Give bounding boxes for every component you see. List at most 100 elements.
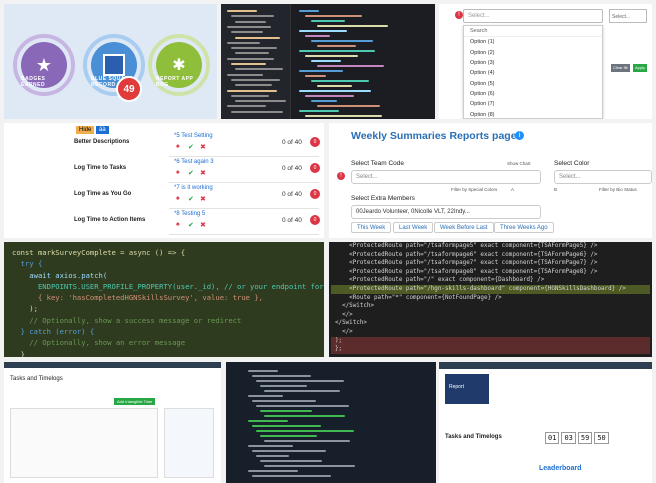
task-badge: 0	[310, 215, 320, 225]
code-line: { key: 'hasCompletedHGNSkillsSurvey', va…	[12, 293, 263, 303]
section-title: Tasks and Timelogs	[10, 376, 63, 382]
show-chart-toggle[interactable]: Show Chart	[507, 161, 531, 166]
diff-view	[226, 362, 436, 483]
select-option[interactable]: Option (6)	[464, 89, 602, 99]
timer-digit: 59	[577, 432, 593, 444]
report-bug-badge[interactable]: ✱ REPORT APP BUG	[148, 34, 210, 96]
task-link[interactable]: *7 is it working	[174, 185, 213, 191]
code-line: </Switch>	[335, 303, 375, 310]
team-code-select[interactable]: Select...	[351, 170, 541, 184]
code-line: <ProtectedRoute path="/hgn-skills-dashbo…	[331, 284, 650, 294]
clear-filter-button[interactable]: Clear filt	[611, 64, 630, 72]
file-entry[interactable]	[235, 100, 286, 103]
badges-earned-badge[interactable]: ★ BADGES EARNED	[13, 34, 75, 96]
code-line: );	[331, 336, 650, 346]
file-entry[interactable]	[231, 47, 277, 50]
file-entry[interactable]	[231, 110, 283, 113]
ide-panel	[221, 4, 435, 119]
info-icon[interactable]: i	[515, 131, 524, 140]
file-entry[interactable]	[235, 20, 266, 23]
code-line	[317, 65, 384, 67]
close-icon[interactable]: ✖	[200, 195, 206, 203]
code-line: try {	[12, 259, 43, 269]
select-option[interactable]: Option (5)	[464, 79, 602, 89]
task-label: Better Descriptions	[74, 139, 130, 145]
file-entry[interactable]	[227, 73, 263, 76]
week-button[interactable]: This Week	[351, 222, 392, 233]
option-b[interactable]: B	[554, 187, 557, 192]
file-entry[interactable]	[227, 105, 266, 108]
close-icon[interactable]: ✖	[200, 221, 206, 229]
file-entry[interactable]	[227, 10, 257, 12]
color-select[interactable]: Select...	[554, 170, 652, 184]
jsx-editor: <ProtectedRoute path="/tsaformpage5" exa…	[329, 242, 652, 357]
select-option[interactable]: Option (7)	[464, 99, 602, 109]
task-link[interactable]: *6 Test again 3	[174, 159, 214, 165]
report-card[interactable]: Report	[445, 374, 489, 404]
code-line	[299, 70, 343, 72]
select-option[interactable]: Option (3)	[464, 58, 602, 68]
search-field[interactable]: Search	[464, 26, 602, 37]
file-entry[interactable]	[235, 84, 272, 87]
option-a[interactable]: A	[511, 187, 514, 192]
diff-line	[252, 475, 331, 477]
select-option[interactable]: Option (8)	[464, 110, 602, 119]
select-option[interactable]: Option (2)	[464, 47, 602, 57]
task-link[interactable]: *5 Test Setting	[174, 133, 213, 139]
check-icon[interactable]: ✔	[188, 169, 194, 177]
file-entry[interactable]	[231, 31, 263, 34]
task-count: 0 of 40	[282, 191, 302, 198]
file-entry[interactable]	[231, 63, 266, 65]
close-icon[interactable]: ✖	[200, 169, 206, 177]
check-icon[interactable]: ✔	[188, 143, 194, 151]
code-line	[305, 115, 382, 117]
filter-bio-label: Filter by Bio Status	[599, 187, 637, 192]
code-line	[311, 100, 337, 102]
code-line: </>	[335, 311, 353, 318]
bell-icon[interactable]: ♠	[176, 195, 180, 202]
right-select[interactable]: Select...	[609, 9, 647, 23]
file-entry[interactable]	[235, 36, 280, 39]
select-input[interactable]: Select...	[463, 9, 603, 23]
apply-button[interactable]: Apply	[633, 64, 648, 72]
diff-line	[252, 450, 326, 452]
bell-icon[interactable]: ♠	[176, 221, 180, 228]
dropdown-panel: ! Select... Search Option (1) Option (2) O…	[439, 4, 652, 119]
week-button[interactable]: Last Week	[393, 222, 434, 233]
check-icon[interactable]: ✔	[188, 195, 194, 203]
select-option[interactable]: Option (1)	[464, 37, 602, 47]
task-link[interactable]: *8 Testing 5	[174, 211, 205, 217]
file-entry[interactable]	[227, 89, 277, 92]
file-explorer[interactable]	[221, 4, 291, 119]
timer-digit: 01	[545, 432, 560, 444]
file-entry[interactable]	[231, 78, 280, 81]
select-option[interactable]: Option (4)	[464, 68, 602, 78]
code-editor: const markSurveyComplete = async () => {…	[4, 242, 324, 357]
bell-icon[interactable]: ♠	[176, 143, 180, 150]
close-icon[interactable]: ✖	[200, 143, 206, 151]
task-row: Log Time to Tasks *6 Test again 3 ♠ ✔ ✖ 0 of …	[4, 159, 324, 183]
file-entry[interactable]	[227, 41, 260, 44]
code-line: </>	[335, 328, 353, 335]
file-entry[interactable]	[231, 15, 274, 18]
diff-line	[260, 435, 317, 437]
diff-line	[248, 420, 288, 422]
select-menu: Search Option (1) Option (2) Option (3) Opt…	[463, 25, 603, 119]
tasks-panel: Hide áà Better Descriptions *5 Test Setti…	[4, 123, 324, 238]
file-entry[interactable]	[235, 68, 283, 71]
week-button[interactable]: Week Before Last	[434, 222, 494, 233]
code-line: );	[12, 304, 38, 314]
week-button[interactable]: Three Weeks Ago	[494, 222, 554, 233]
file-entry[interactable]	[235, 52, 269, 55]
check-icon[interactable]: ✔	[188, 221, 194, 229]
code-line: <ProtectedRoute path="/" exact component…	[335, 277, 545, 284]
extra-members-select[interactable]: 00Jeardo Volunteer, 0Nicolle VLT, 22Indy…	[351, 205, 541, 219]
add-intangible-button[interactable]: Add Intangible Time	[114, 398, 156, 405]
file-entry[interactable]	[227, 25, 271, 28]
code-line	[305, 75, 326, 77]
file-entry[interactable]	[231, 94, 269, 97]
code-line	[299, 50, 375, 52]
task-label: Log Time to Tasks	[74, 165, 127, 171]
file-entry[interactable]	[227, 57, 274, 60]
bell-icon[interactable]: ♠	[176, 169, 180, 176]
